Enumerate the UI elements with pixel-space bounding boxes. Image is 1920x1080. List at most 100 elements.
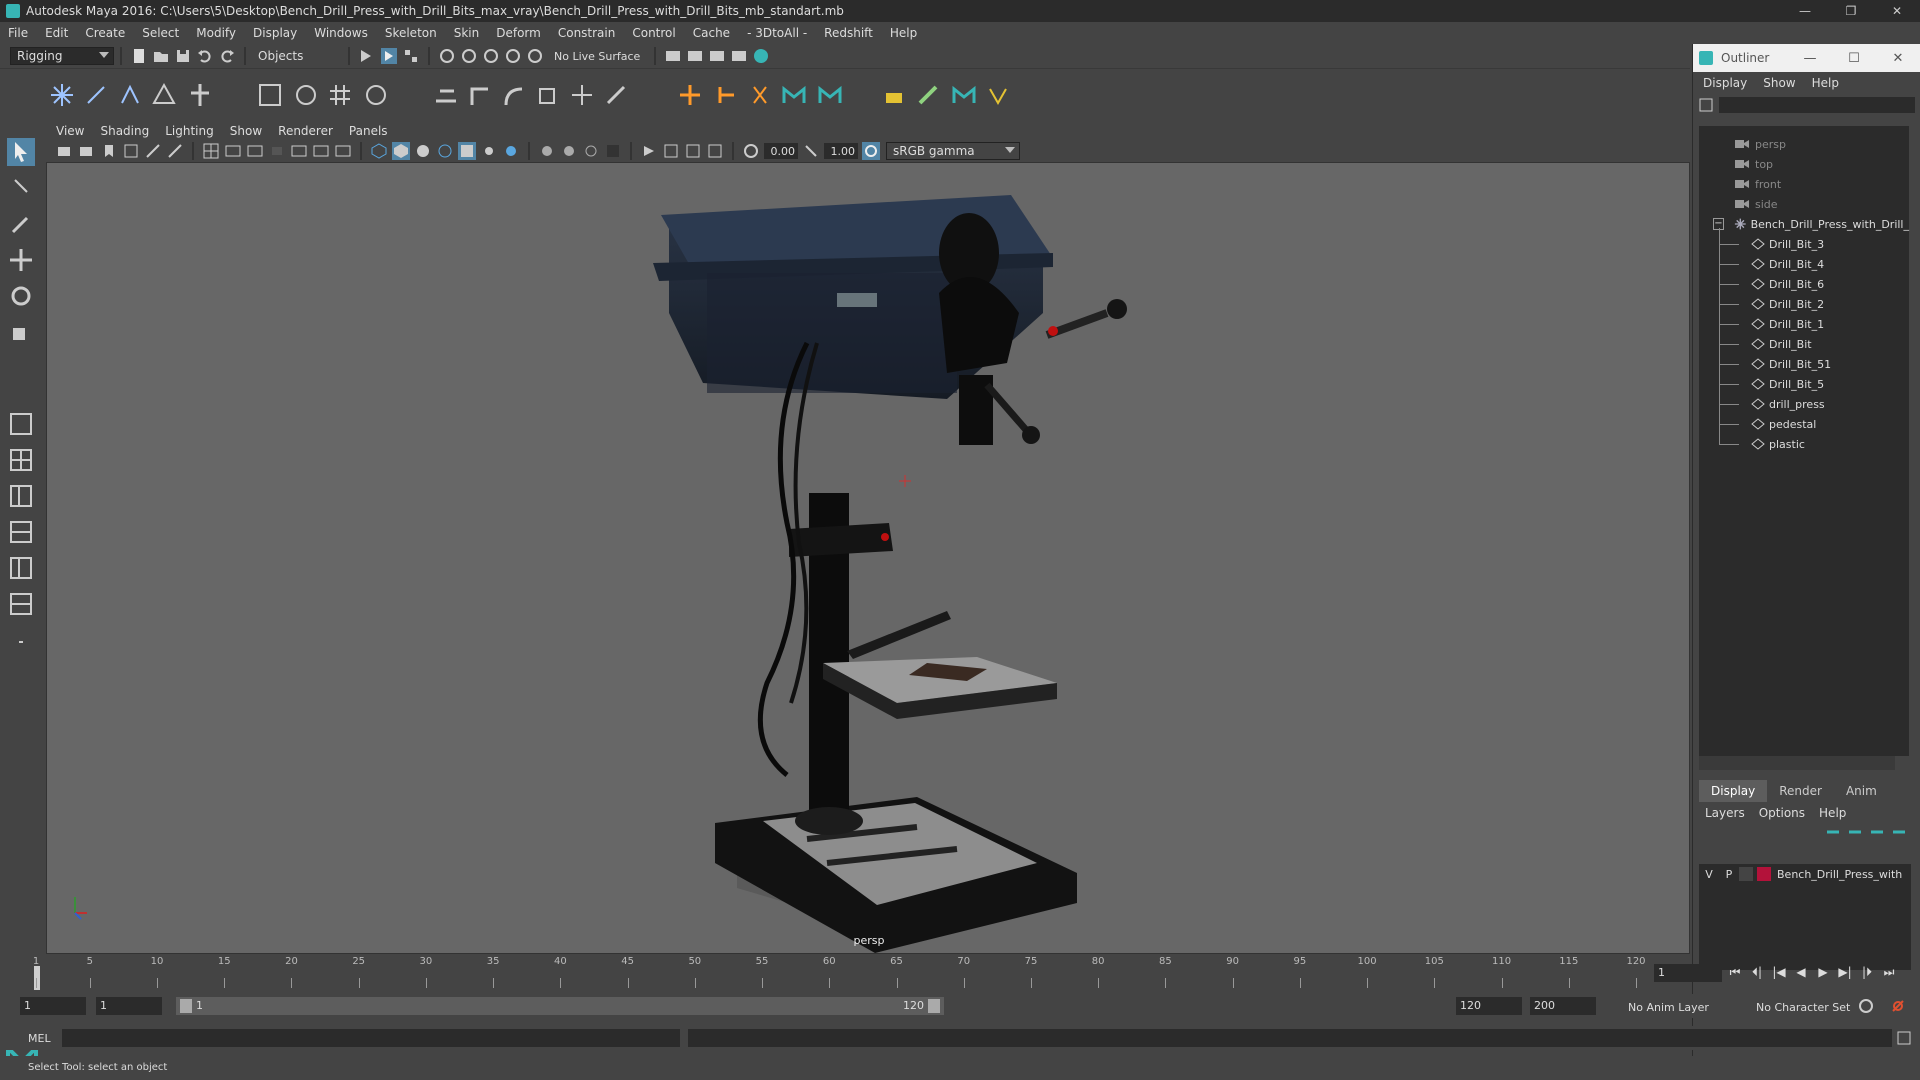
live-surface-label[interactable]: No Live Surface (554, 50, 640, 63)
move-layer-down-icon[interactable] (1847, 824, 1863, 840)
layer-menu-help[interactable]: Help (1819, 806, 1846, 820)
lasso-tool-icon[interactable] (7, 174, 35, 202)
image-plane-icon[interactable] (122, 142, 140, 160)
layer-visibility-toggle[interactable]: V (1699, 868, 1719, 881)
ik-spline-icon[interactable] (116, 81, 144, 109)
current-frame-marker[interactable] (34, 966, 40, 990)
bookmark-icon[interactable] (100, 142, 118, 160)
blend-shape-icon[interactable] (362, 81, 390, 109)
outliner-item[interactable]: drill_press (1699, 394, 1909, 414)
time-slider[interactable]: 1 5 10 15 20 25 30 35 40 45 50 55 60 65 70 75 80 85 90 95 10… (20, 954, 1676, 990)
menu-create[interactable]: Create (85, 26, 125, 40)
go-to-end-icon[interactable]: ⏭ (1878, 962, 1900, 982)
point-constraint-icon[interactable] (466, 81, 494, 109)
vp-menu-show[interactable]: Show (230, 124, 262, 138)
outliner-persp-layout-icon[interactable] (7, 482, 35, 510)
play-forwards-icon[interactable]: ▶ (1812, 962, 1834, 982)
snap-view-plane-icon[interactable] (504, 47, 522, 65)
layer-row[interactable]: V P Bench_Drill_Press_with (1699, 864, 1911, 884)
new-scene-icon[interactable] (130, 47, 148, 65)
step-back-frame-icon[interactable]: |◀ (1768, 962, 1790, 982)
camera-icon[interactable] (56, 142, 74, 160)
outliner-menu-help[interactable]: Help (1812, 76, 1839, 90)
safe-action-icon[interactable] (312, 142, 330, 160)
paint-weights-icon[interactable] (186, 81, 214, 109)
outliner-camera-top[interactable]: top (1699, 154, 1909, 174)
grease-pencil-icon[interactable] (166, 142, 184, 160)
anim-layer-dropdown[interactable]: No Anim Layer (1628, 1001, 1709, 1014)
start-time-field[interactable]: 1 (20, 997, 86, 1015)
exposure-field[interactable]: 0.00 (764, 143, 798, 159)
outliner-item[interactable]: Drill_Bit_3 (1699, 234, 1909, 254)
menu-windows[interactable]: Windows (314, 26, 368, 40)
range-end-handle[interactable] (928, 999, 940, 1013)
undo-icon[interactable] (196, 47, 214, 65)
hik-skeleton-icon[interactable] (816, 81, 844, 109)
film-gate-icon[interactable] (224, 142, 242, 160)
2d-pan-zoom-icon[interactable] (144, 142, 162, 160)
menu-skeleton[interactable]: Skeleton (385, 26, 437, 40)
outliner-root-group[interactable]: − Bench_Drill_Press_with_Drill_ (1699, 214, 1909, 234)
menu-redshift[interactable]: Redshift (824, 26, 873, 40)
graph-persp-layout-icon[interactable] (7, 518, 35, 546)
set-driven-key-icon[interactable] (712, 81, 740, 109)
gamma-field[interactable]: 1.00 (824, 143, 858, 159)
lattice-icon[interactable] (292, 81, 320, 109)
open-scene-icon[interactable] (152, 47, 170, 65)
vp-menu-lighting[interactable]: Lighting (165, 124, 214, 138)
tab-anim[interactable]: Anim (1834, 780, 1889, 802)
pole-vector-icon[interactable] (602, 81, 630, 109)
hypershade-icon[interactable] (752, 47, 770, 65)
menuset-dropdown[interactable]: Rigging (10, 47, 114, 65)
outliner-camera-front[interactable]: front (1699, 174, 1909, 194)
menu-deform[interactable]: Deform (496, 26, 541, 40)
four-pane-layout-icon[interactable] (7, 446, 35, 474)
wrap-icon[interactable] (326, 81, 354, 109)
smooth-shade-icon[interactable] (392, 142, 410, 160)
menu-file[interactable]: File (8, 26, 28, 40)
outliner-item[interactable]: pedestal (1699, 414, 1909, 434)
use-all-lights-icon[interactable] (480, 142, 498, 160)
paint-skin-icon[interactable] (914, 81, 942, 109)
gate-mask-icon[interactable] (268, 142, 286, 160)
outliner-item[interactable]: Drill_Bit_51 (1699, 354, 1909, 374)
close-button[interactable]: ✕ (1874, 0, 1920, 22)
menu-cache[interactable]: Cache (693, 26, 730, 40)
tab-render[interactable]: Render (1767, 780, 1834, 802)
quick-rig-icon[interactable] (880, 81, 908, 109)
layer-playback-toggle[interactable]: P (1719, 868, 1739, 881)
move-layer-up-icon[interactable] (1825, 824, 1841, 840)
snap-point-icon[interactable] (482, 47, 500, 65)
command-language-label[interactable]: MEL (28, 1032, 51, 1045)
resolution-gate-icon[interactable] (246, 142, 264, 160)
vp-menu-shading[interactable]: Shading (100, 124, 149, 138)
menu-edit[interactable]: Edit (45, 26, 68, 40)
vp-menu-view[interactable]: View (56, 124, 84, 138)
scale-constraint-icon[interactable] (534, 81, 562, 109)
render-view-icon[interactable] (730, 47, 748, 65)
character-set-dropdown[interactable]: No Character Set (1756, 1001, 1850, 1014)
save-scene-icon[interactable] (174, 47, 192, 65)
play-backwards-icon[interactable]: ◀ (1790, 962, 1812, 982)
hik-character-icon[interactable] (780, 81, 808, 109)
bind-skin-icon[interactable] (150, 81, 178, 109)
joint-tool-icon[interactable] (48, 81, 76, 109)
end-time-field[interactable]: 200 (1530, 997, 1596, 1015)
step-forward-key-icon[interactable]: |⏵ (1856, 962, 1878, 982)
cluster-icon[interactable] (256, 81, 284, 109)
snap-grid-icon[interactable] (438, 47, 456, 65)
time-slider-track[interactable]: 1 5 10 15 20 25 30 35 40 45 50 55 60 65 70 75 80 85 90 95 10… (28, 956, 1648, 990)
vp-menu-renderer[interactable]: Renderer (278, 124, 333, 138)
more-layouts-icon[interactable] (7, 628, 35, 656)
select-hierarchy-icon[interactable] (358, 47, 376, 65)
orient-constraint-icon[interactable] (500, 81, 528, 109)
motion-blur-icon[interactable] (560, 142, 578, 160)
wireframe-on-shaded-icon[interactable] (436, 142, 454, 160)
outliner-search-input[interactable] (1719, 97, 1915, 113)
scale-tool-icon[interactable] (7, 318, 35, 346)
locator-icon[interactable] (676, 81, 704, 109)
layer-display-type[interactable] (1739, 867, 1753, 881)
mirror-joint-icon[interactable] (746, 81, 774, 109)
snap-curve-icon[interactable] (460, 47, 478, 65)
render-frame-icon[interactable] (686, 47, 704, 65)
